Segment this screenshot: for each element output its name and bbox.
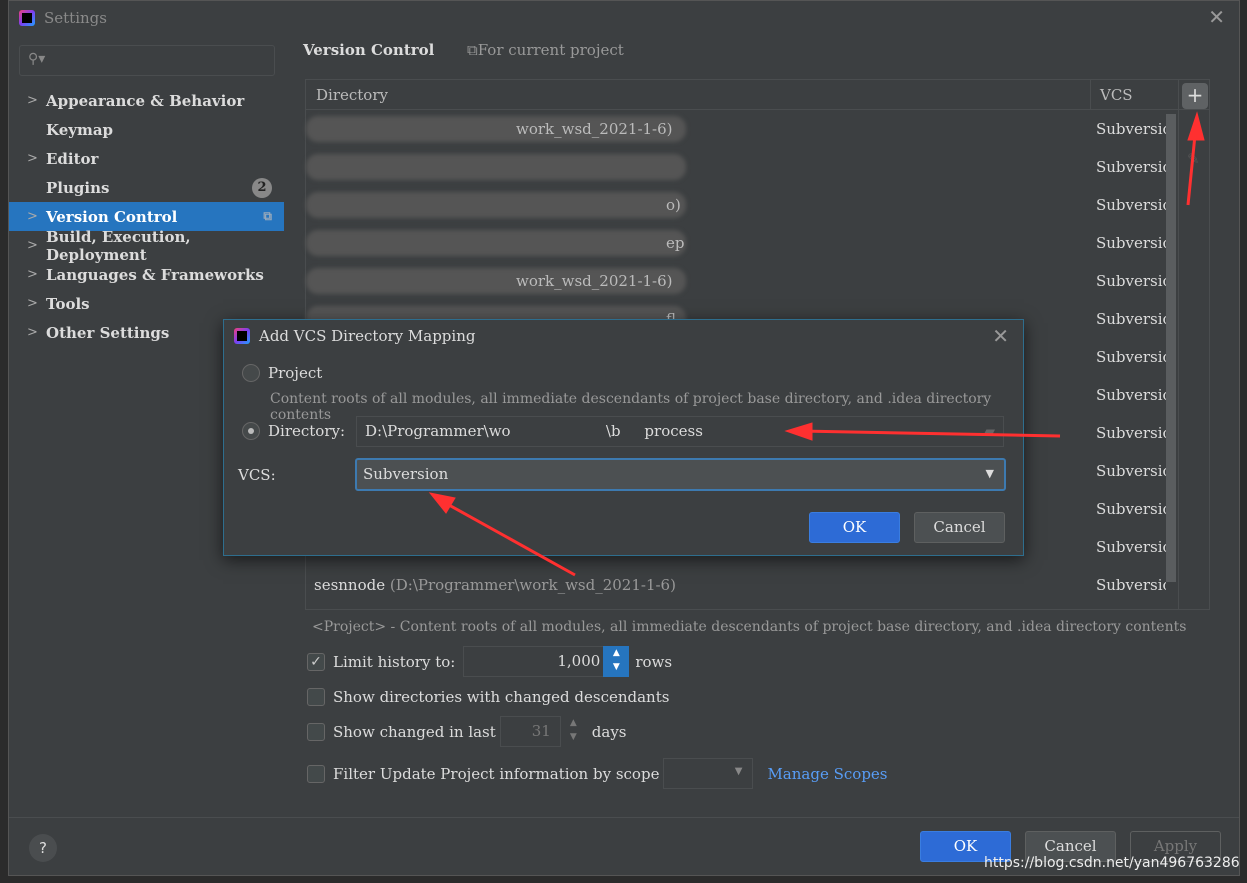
chevron-right-icon: > <box>27 209 38 224</box>
manage-scopes-link[interactable]: Manage Scopes <box>767 765 887 783</box>
chevron-right-icon: > <box>27 296 38 311</box>
sidebar-item-label: Tools <box>46 294 90 313</box>
vcs-cell: Subversion <box>1096 348 1166 366</box>
spinner-arrows-icon[interactable]: ▲ ▼ <box>603 646 630 677</box>
folder-icon[interactable]: ▰ <box>983 422 995 440</box>
table-row[interactable]: o)Subversion <box>306 186 1209 224</box>
scrollbar[interactable] <box>1166 114 1176 582</box>
vcs-cell: Subversion <box>1096 310 1166 328</box>
dialog-cancel-button[interactable]: Cancel <box>914 512 1005 543</box>
vcs-cell: Subversion <box>1096 272 1166 290</box>
sidebar-item-label: Version Control <box>46 207 178 226</box>
search-icon: ⚲▾ <box>28 51 46 67</box>
vcs-cell: Subversion <box>1096 196 1166 214</box>
sidebar-item-plugins[interactable]: Plugins 2 <box>9 173 284 202</box>
scope-label: ⧉For current project <box>467 41 624 59</box>
limit-history-option: ✓ Limit history to: 1,000 ▲ ▼ rows <box>307 646 672 677</box>
show-dirs-option: Show directories with changed descendant… <box>307 688 669 706</box>
show-changed-checkbox[interactable] <box>307 722 325 741</box>
close-icon[interactable]: ✕ <box>1208 5 1225 29</box>
table-row[interactable]: sesnnode (D:\Programmer\work_wsd_2021-1-… <box>306 566 1209 604</box>
sidebar-item-build-execution-deployment[interactable]: > Build, Execution, Deployment <box>9 228 284 264</box>
sidebar-item-keymap[interactable]: Keymap <box>9 115 284 144</box>
vcs-cell: Subversion <box>1096 424 1166 442</box>
vcs-cell: Subversion <box>1096 120 1166 138</box>
search-input[interactable]: ⚲▾ <box>19 45 275 76</box>
filter-option: Filter Update Project information by sco… <box>307 758 888 789</box>
sidebar-item-label: Editor <box>46 149 99 168</box>
footer-divider <box>9 817 1239 818</box>
blurred-region <box>306 154 686 180</box>
column-header-vcs[interactable]: VCS <box>1090 80 1142 110</box>
vcs-cell: Subversion <box>1096 158 1166 176</box>
title-bar: Settings ✕ <box>9 1 1239 34</box>
filter-checkbox[interactable] <box>307 764 325 783</box>
sidebar-item-languages-frameworks[interactable]: > Languages & Frameworks <box>9 260 284 289</box>
sidebar-item-label: Appearance & Behavior <box>46 91 245 110</box>
show-changed-option: Show changed in last 31 ▲ ▼ days <box>307 716 627 747</box>
vcs-cell: Subversion <box>1096 500 1166 518</box>
help-button[interactable]: ? <box>29 834 57 862</box>
sidebar-item-label: Plugins <box>46 178 110 197</box>
table-row[interactable]: Subversion <box>306 148 1209 186</box>
add-mapping-button[interactable]: + <box>1182 83 1208 109</box>
limit-history-checkbox[interactable]: ✓ <box>307 652 325 671</box>
sidebar-item-label: Languages & Frameworks <box>46 265 264 284</box>
show-dirs-checkbox[interactable] <box>307 688 325 706</box>
directory-input[interactable]: D:\Programmer\wo \b process ▰ <box>356 416 1004 447</box>
sidebar-item-tools[interactable]: > Tools <box>9 289 284 318</box>
watermark: https://blog.csdn.net/yan496763286 <box>984 855 1240 871</box>
project-radio-option[interactable]: Project <box>242 364 322 382</box>
page-title: Version Control <box>303 41 435 59</box>
scope-combo[interactable] <box>663 758 754 789</box>
sidebar: > Appearance & Behavior Keymap > Editor Plugi… <box>9 86 284 347</box>
directory-radio[interactable] <box>242 422 260 440</box>
chevron-right-icon: > <box>27 93 38 108</box>
intellij-logo-icon <box>234 328 250 344</box>
days-input[interactable]: 31 ▲ ▼ <box>499 716 586 747</box>
vcs-cell: Subversion <box>1096 234 1166 252</box>
blurred-region <box>306 192 686 218</box>
vcs-cell: Subversion <box>1096 576 1166 594</box>
dialog-title-bar: Add VCS Directory Mapping ✕ <box>224 320 1023 352</box>
chevron-right-icon: > <box>27 238 38 253</box>
limit-history-input[interactable]: 1,000 ▲ ▼ <box>463 646 630 677</box>
copy-icon: ⧉ <box>263 209 272 223</box>
sidebar-item-editor[interactable]: > Editor <box>9 144 284 173</box>
intellij-logo-icon <box>19 9 35 26</box>
window-title: Settings <box>44 8 107 27</box>
copy-icon: ⧉ <box>467 41 478 59</box>
directory-radio-option[interactable]: Directory: <box>242 422 345 440</box>
project-radio[interactable] <box>242 364 260 382</box>
sidebar-item-label: Build, Execution, Deployment <box>46 227 191 264</box>
table-row[interactable]: epSubversion <box>306 224 1209 262</box>
table-row[interactable]: work_wsd_2021-1-6)Subversion <box>306 110 1209 148</box>
edit-icon[interactable]: ✎ <box>1187 150 1200 168</box>
vcs-cell: Subversion <box>1096 462 1166 480</box>
spinner-arrows-icon[interactable]: ▲ ▼ <box>559 716 586 747</box>
chevron-right-icon: > <box>27 267 38 282</box>
chevron-right-icon: > <box>27 325 38 340</box>
chevron-right-icon: > <box>27 151 38 166</box>
sidebar-item-appearance-behavior[interactable]: > Appearance & Behavior <box>9 86 284 115</box>
dialog-ok-button[interactable]: OK <box>809 512 900 543</box>
sidebar-item-label: Other Settings <box>46 323 170 342</box>
directory-cell: sesnnode (D:\Programmer\work_wsd_2021-1-… <box>314 576 676 594</box>
vcs-cell: Subversion <box>1096 538 1166 556</box>
add-vcs-mapping-dialog: Add VCS Directory Mapping ✕ Project Cont… <box>223 319 1024 556</box>
blurred-region <box>306 230 686 256</box>
vcs-cell: Subversion <box>1096 386 1166 404</box>
sidebar-item-label: Keymap <box>46 120 114 139</box>
vcs-select[interactable]: Subversion <box>355 458 1006 491</box>
close-icon[interactable]: ✕ <box>992 324 1009 348</box>
column-header-directory[interactable]: Directory <box>316 86 388 104</box>
project-note: <Project> - Content roots of all modules… <box>312 619 1187 635</box>
dialog-title: Add VCS Directory Mapping <box>259 327 476 345</box>
table-row[interactable]: work_wsd_2021-1-6)Subversion <box>306 262 1209 300</box>
vcs-label: VCS: <box>238 466 276 484</box>
update-count-badge: 2 <box>252 177 272 198</box>
